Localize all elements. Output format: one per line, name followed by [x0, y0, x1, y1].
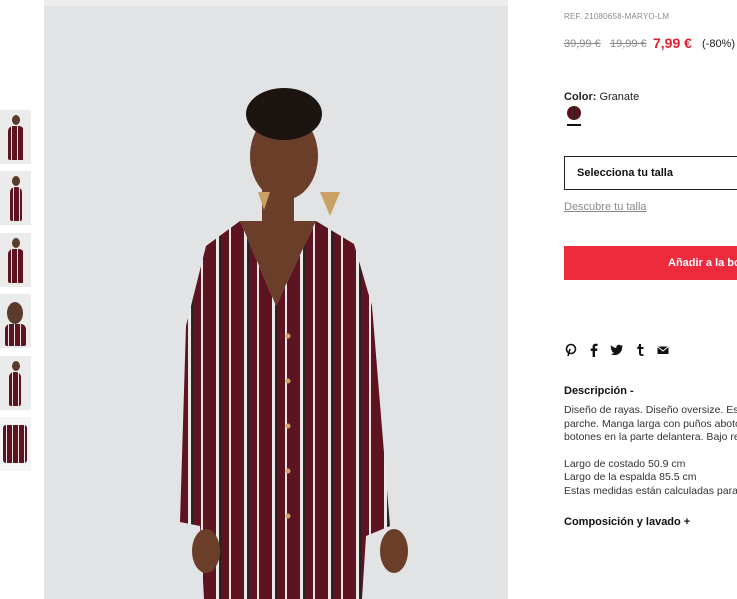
price-original: 39,99 € — [564, 38, 601, 50]
product-reference: REF. 21080658-MARYO-LM — [564, 12, 670, 21]
thumbnail-closeup[interactable] — [0, 294, 31, 348]
price-previous: 19,99 € — [610, 38, 647, 50]
facebook-icon[interactable] — [587, 343, 601, 357]
product-main-image[interactable] — [44, 6, 508, 599]
color-swatch-granate[interactable] — [567, 106, 581, 120]
measure-line: Largo de la espalda 85.5 cm — [564, 471, 697, 483]
thumbnail-back[interactable] — [0, 233, 31, 287]
thumbnail-side[interactable] — [0, 356, 31, 410]
description-body: Diseño de rayas. Diseño oversize. Esc pa… — [564, 404, 737, 498]
description-toggle[interactable]: Descripción - — [564, 385, 634, 397]
add-to-cart-button[interactable]: Añadir a la bo — [564, 246, 737, 280]
measure-line: Largo de costado 50.9 cm — [564, 457, 686, 470]
tumblr-icon[interactable] — [633, 343, 647, 357]
description-line: parche. Manga larga con puños aboto — [564, 417, 737, 430]
description-line: botones en la parte delantera. Bajo re — [564, 431, 737, 443]
thumbnail-front[interactable] — [0, 110, 31, 164]
price-current: 7,99 € — [653, 35, 692, 51]
size-select[interactable]: Selecciona tu talla — [564, 156, 737, 190]
color-label: Color: — [564, 91, 597, 103]
email-icon[interactable] — [656, 343, 670, 357]
composition-toggle[interactable]: Composición y lavado + — [564, 516, 690, 528]
size-guide-link[interactable]: Descubre tu talla — [564, 201, 647, 213]
share-icons — [564, 343, 670, 357]
discount-badge: (-80%) — [702, 38, 736, 50]
pinterest-icon[interactable] — [564, 343, 578, 357]
twitter-icon[interactable] — [610, 343, 624, 357]
color-label-row: Color: Granate — [564, 91, 639, 103]
thumbnail-flatlay[interactable] — [0, 417, 31, 471]
measure-line: Estas medidas están calculadas para — [564, 484, 737, 497]
color-value: Granate — [599, 91, 640, 103]
swatch-selected-indicator — [567, 124, 581, 126]
description-line: Diseño de rayas. Diseño oversize. Esc — [564, 404, 737, 416]
thumbnail-full-body[interactable] — [0, 171, 31, 225]
